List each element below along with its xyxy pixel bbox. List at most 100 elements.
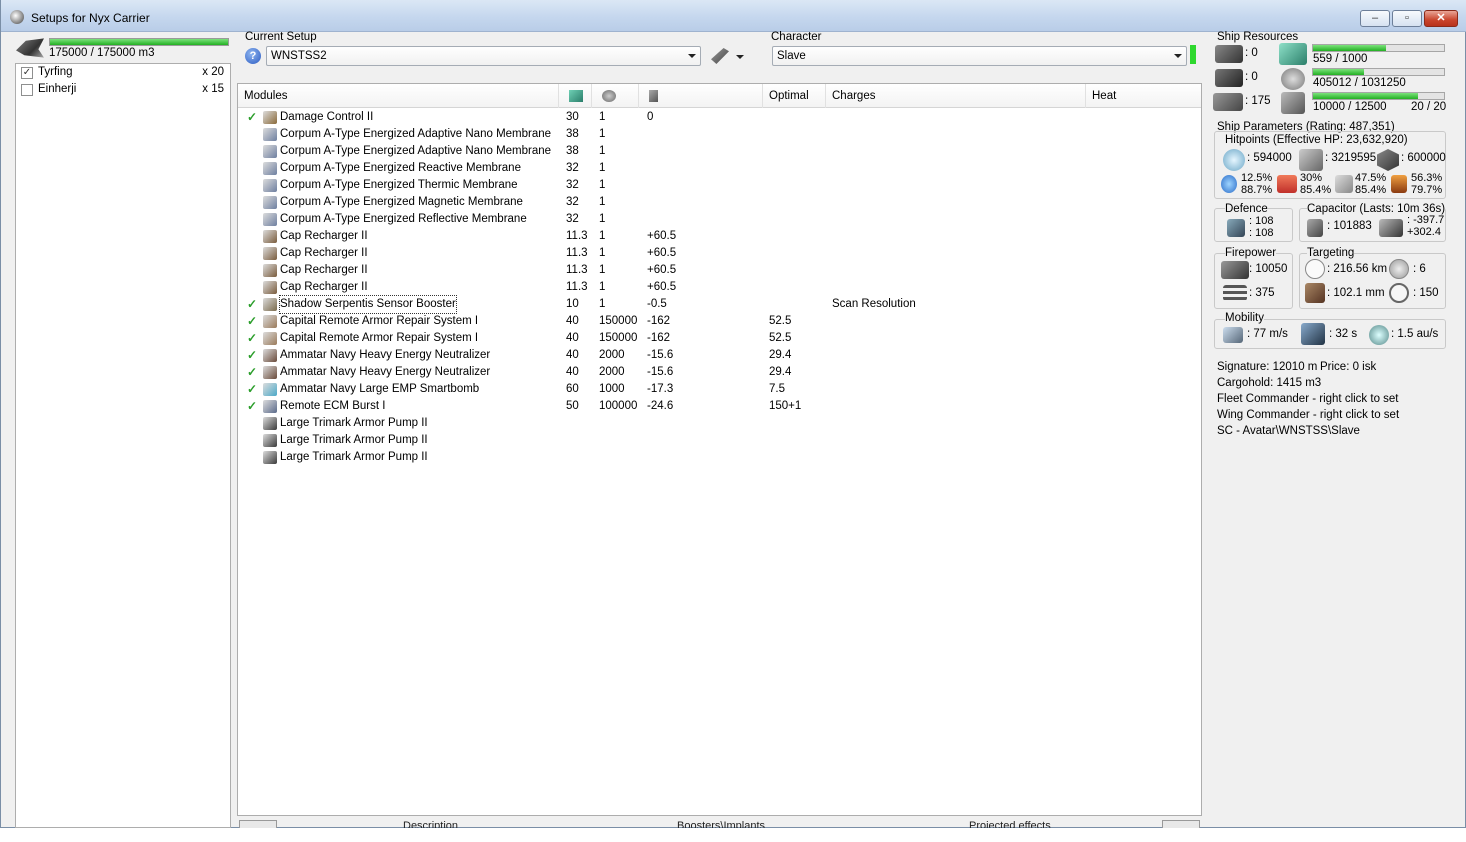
module-name: Remote ECM Burst I [280,400,386,412]
defence-top: : 108 [1249,215,1274,227]
squad-commander[interactable]: SC - Avatar\WNSTSS\Slave [1217,425,1360,437]
setup-select[interactable]: WNSTSS2 [266,46,701,66]
cap-recharger-icon [263,247,277,260]
col-charges[interactable]: Charges [826,84,1086,108]
title-bar[interactable]: Setups for Nyx Carrier – ▫ ✕ [1,0,1466,32]
col-capacitor[interactable] [639,84,763,108]
module-row[interactable]: Corpum A-Type Energized Adaptive Nano Me… [238,143,1201,160]
active-check-icon[interactable]: ✓ [247,381,257,398]
minimize-button[interactable]: – [1360,10,1390,27]
module-row[interactable]: ✓ Shadow Serpentis Sensor Booster 10 1 -0.5 S… [238,295,1201,314]
module-name: Ammatar Navy Large EMP Smartbomb [280,383,480,395]
warp-speed: : 1.5 au/s [1391,328,1439,340]
module-row[interactable]: ✓ Capital Remote Armor Repair System I 40 1… [238,313,1201,330]
active-check-icon[interactable]: ✓ [247,313,257,330]
capacitor-amount: : 101883 [1327,220,1372,232]
stats-tab-button[interactable] [1162,820,1200,828]
module-row[interactable]: Corpum A-Type Energized Thermic Membrane… [238,177,1201,194]
fighter-checkbox[interactable] [21,84,33,96]
tab-projected-effects[interactable]: Projected effects [969,820,1051,828]
wing-commander[interactable]: Wing Commander - right click to set [1217,409,1399,421]
col-heat[interactable]: Heat [1086,84,1201,108]
active-check-icon[interactable]: ✓ [247,347,257,364]
module-name: Corpum A-Type Energized Thermic Membrane [280,179,518,191]
col-optimal[interactable]: Optimal [763,84,826,108]
powergrid-bar [1312,68,1445,76]
module-optimal: 52.5 [769,332,792,344]
module-row[interactable]: Cap Recharger II 11.3 1 +60.5 [238,245,1201,262]
fighter-item[interactable]: ✓ Tyrfing x 20 [16,64,230,81]
module-row[interactable]: Cap Recharger II 11.3 1 +60.5 [238,262,1201,279]
character-select[interactable]: Slave [772,46,1187,66]
close-button[interactable]: ✕ [1424,10,1458,27]
active-check-icon[interactable]: ✓ [247,398,257,415]
module-capacitor: +60.5 [647,247,677,259]
chevron-down-icon [688,54,696,58]
drone-dps-icon [1223,285,1247,301]
module-name: Cap Recharger II [280,281,368,293]
module-row[interactable]: ✓ Ammatar Navy Heavy Energy Neutralizer 40… [238,364,1201,381]
module-row[interactable]: Large Trimark Armor Pump II [238,449,1201,466]
module-row[interactable]: ✓ Ammatar Navy Large EMP Smartbomb 60 1000 -… [238,381,1201,398]
em-resist-top: 12.5% [1241,172,1273,184]
active-check-icon[interactable]: ✓ [247,364,257,381]
active-check-icon[interactable]: ✓ [247,296,257,313]
em-resist-bottom: 88.7% [1241,184,1273,196]
module-row[interactable]: Corpum A-Type Energized Reflective Membr… [238,211,1201,228]
module-name: Capital Remote Armor Repair System I [280,332,479,344]
module-charges[interactable]: Scan Resolution [832,296,916,313]
fighter-item[interactable]: Einherji x 15 [16,81,230,98]
armor-repair-icon [1227,219,1245,237]
drones-tab-button[interactable] [239,820,277,828]
fighter-count: x 15 [202,83,224,95]
module-cpu: 32 [566,179,579,191]
module-cpu: 40 [566,332,579,344]
module-name: Ammatar Navy Heavy Energy Neutralizer [280,366,491,378]
module-row[interactable]: ✓ Capital Remote Armor Repair System I 40 1… [238,330,1201,347]
fighter-count: x 20 [202,66,224,78]
character-status-indicator [1190,45,1196,64]
module-row[interactable]: ✓ Damage Control II 30 1 0 [238,109,1201,126]
module-row[interactable]: Large Trimark Armor Pump II [238,415,1201,432]
module-powergrid: 150000 [599,332,638,344]
cargo-ship-icon [16,38,44,58]
modules-table[interactable]: Modules Optimal Charges Heat ✓ Damage Con… [237,83,1202,816]
kinetic-resist-bottom: 85.4% [1355,184,1387,196]
maximize-button[interactable]: ▫ [1392,10,1422,27]
module-row[interactable]: Cap Recharger II 11.3 1 +60.5 [238,228,1201,245]
turret-dps-icon [1221,261,1249,279]
module-row[interactable]: Corpum A-Type Energized Adaptive Nano Me… [238,126,1201,143]
module-name: Shadow Serpentis Sensor Booster [279,295,457,314]
armor-pump-rig-icon [263,451,277,464]
module-row[interactable]: ✓ Remote ECM Burst I 50 100000 -24.6 150+1 [238,398,1201,415]
col-cpu[interactable] [559,84,592,108]
tools-dropdown-icon[interactable] [736,55,744,59]
tab-boosters-implants[interactable]: Boosters\Implants [677,820,765,828]
col-powergrid[interactable] [592,84,639,108]
character-select-value: Slave [777,50,806,62]
active-check-icon[interactable]: ✓ [247,330,257,347]
module-row[interactable]: Corpum A-Type Energized Magnetic Membran… [238,194,1201,211]
module-cpu: 11.3 [566,281,588,293]
module-row[interactable]: ✓ Ammatar Navy Heavy Energy Neutralizer 40… [238,347,1201,364]
module-row[interactable]: Cap Recharger II 11.3 1 +60.5 [238,279,1201,296]
module-row[interactable]: Corpum A-Type Energized Reactive Membran… [238,160,1201,177]
max-targets: : 6 [1413,263,1426,275]
fitting-tools-icon[interactable] [711,48,729,64]
fighter-checkbox[interactable]: ✓ [21,67,33,79]
help-icon[interactable]: ? [245,48,261,64]
tab-description[interactable]: Description [403,820,458,828]
powergrid-resource-icon [1281,68,1305,90]
powergrid-icon [602,89,616,102]
col-modules[interactable]: Modules [238,84,559,108]
active-check-icon[interactable]: ✓ [247,109,257,126]
module-capacitor: -0.5 [647,298,667,310]
drone-bandwidth-icon [1281,92,1305,114]
module-name: Cap Recharger II [280,230,368,242]
cap-recharger-icon [263,264,277,277]
module-row[interactable]: Large Trimark Armor Pump II [238,432,1201,449]
mobility-label: Mobility [1225,312,1264,324]
fleet-commander[interactable]: Fleet Commander - right click to set [1217,393,1399,405]
module-powergrid: 1 [599,128,606,140]
fighter-list[interactable]: ✓ Tyrfing x 20 Einherji x 15 [15,63,231,828]
